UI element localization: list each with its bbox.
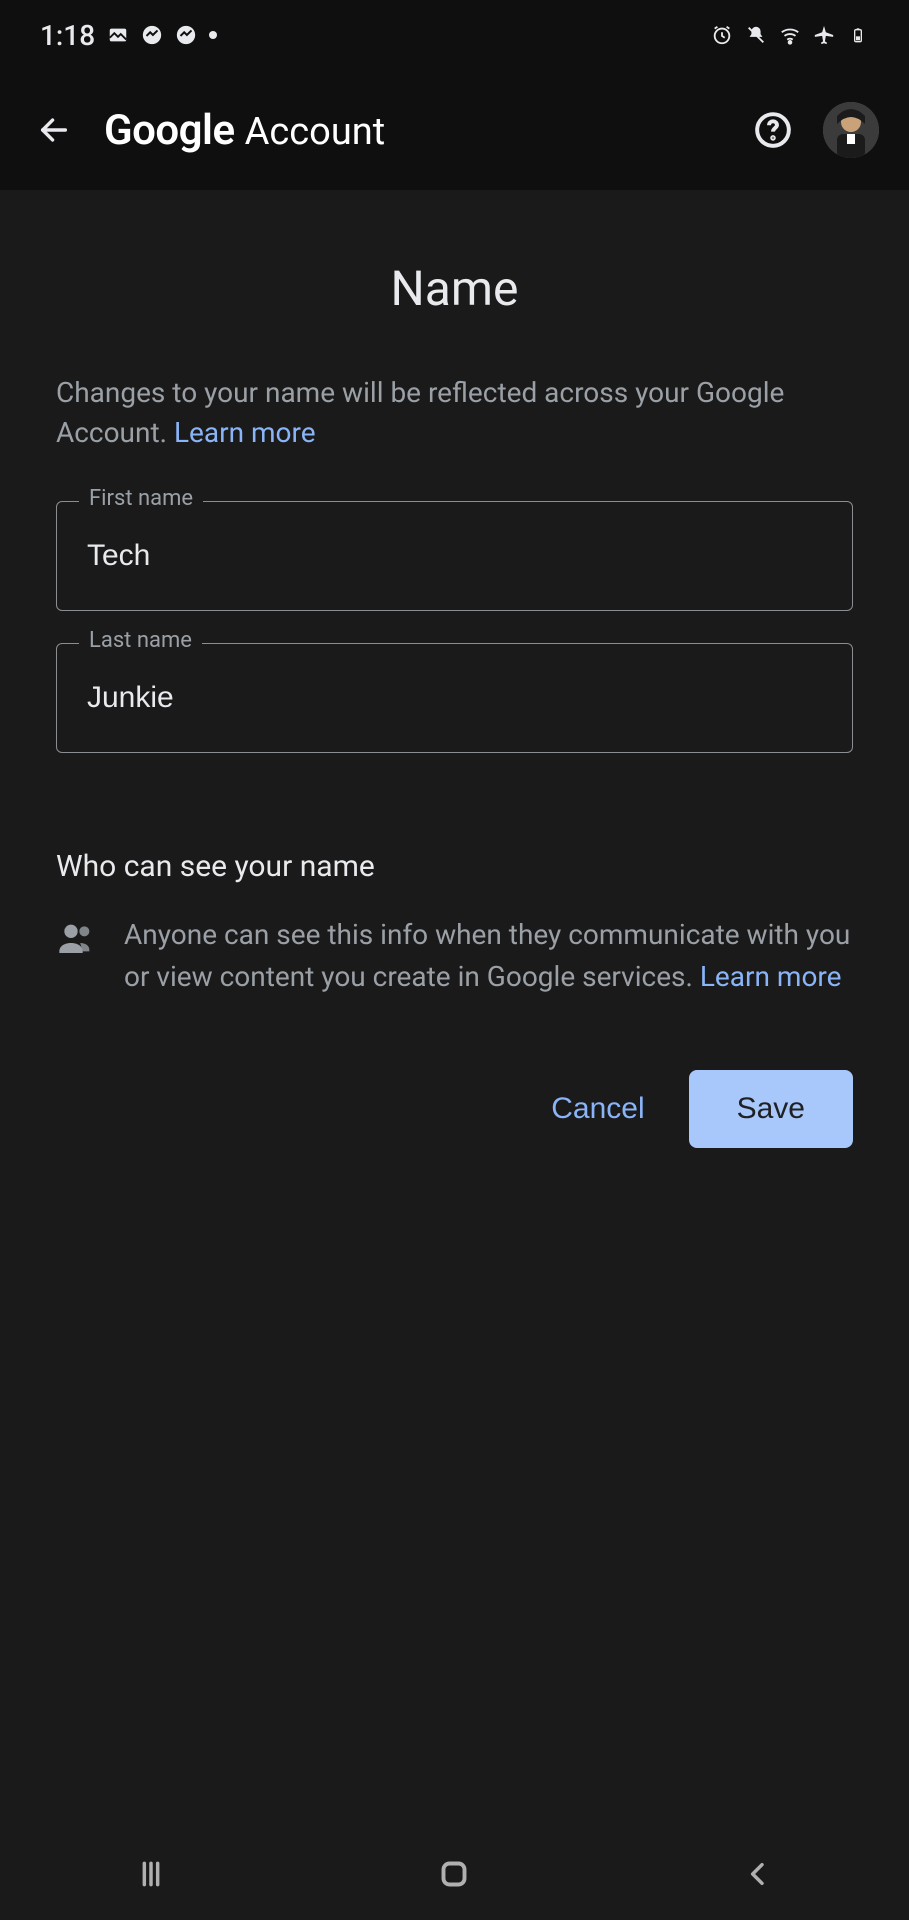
profile-button[interactable] (823, 102, 879, 158)
first-name-label: First name (79, 486, 203, 511)
last-name-label: Last name (79, 628, 202, 653)
visibility-learn-more-link[interactable]: Learn more (700, 960, 842, 993)
page-subtitle-learn-more-link[interactable]: Learn more (174, 416, 316, 449)
brand-account-text: Account (245, 110, 386, 154)
wifi-icon (779, 24, 801, 46)
airplane-mode-icon (813, 24, 835, 46)
alarm-icon (711, 24, 733, 46)
more-notifications-dot-icon (209, 31, 217, 39)
android-status-bar: 1:18 (0, 0, 909, 70)
app-header: Google Account (0, 70, 909, 190)
brand-google-text: Google (104, 106, 235, 155)
help-button[interactable] (749, 106, 797, 154)
messenger-icon (175, 24, 197, 46)
page-title: Name (56, 260, 853, 317)
home-icon (436, 1856, 472, 1892)
recents-icon (135, 1858, 167, 1890)
nav-back-icon (742, 1858, 774, 1890)
people-icon (56, 918, 96, 958)
first-name-input[interactable] (57, 502, 852, 610)
last-name-input[interactable] (57, 644, 852, 752)
avatar (823, 102, 879, 158)
android-nav-bar (0, 1830, 909, 1920)
messenger-icon (141, 24, 163, 46)
first-name-field[interactable]: First name (56, 501, 853, 611)
visibility-heading: Who can see your name (56, 849, 853, 884)
nav-back-button[interactable] (742, 1858, 774, 1893)
nav-home-button[interactable] (436, 1856, 472, 1895)
page-subtitle-text: Changes to your name will be reflected a… (56, 376, 784, 449)
arrow-left-icon (37, 113, 71, 147)
last-name-field[interactable]: Last name (56, 643, 853, 753)
visibility-body: Anyone can see this info when they commu… (124, 914, 853, 998)
nav-recents-button[interactable] (135, 1858, 167, 1893)
image-icon (107, 24, 129, 46)
battery-icon (847, 24, 869, 46)
mute-icon (745, 24, 767, 46)
save-button[interactable]: Save (689, 1070, 853, 1148)
status-time: 1:18 (40, 19, 95, 52)
page-subtitle: Changes to your name will be reflected a… (56, 373, 853, 453)
help-icon (754, 111, 792, 149)
cancel-button[interactable]: Cancel (533, 1078, 662, 1140)
back-button[interactable] (30, 106, 78, 154)
